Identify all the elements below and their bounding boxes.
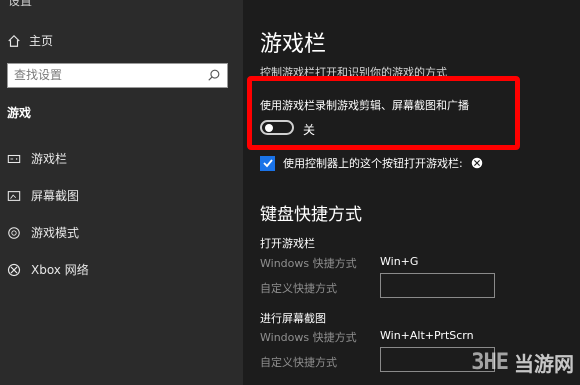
sidebar-item-screenshots[interactable]: 屏幕截图 bbox=[7, 187, 79, 204]
windows-shortcut-value: Win+G bbox=[380, 255, 419, 268]
sidebar-item-game-bar[interactable]: 游戏栏 bbox=[7, 150, 67, 167]
custom-shortcut-label: 自定义快捷方式 bbox=[260, 356, 337, 369]
game-mode-icon bbox=[8, 226, 20, 239]
game-bar-icon bbox=[7, 154, 21, 163]
windows-shortcut-label: Windows 快捷方式 bbox=[260, 331, 357, 344]
search-input[interactable] bbox=[8, 64, 210, 86]
shortcuts-heading: 键盘快捷方式 bbox=[260, 205, 362, 225]
windows-shortcut-value: Win+Alt+PrtScrn bbox=[380, 329, 474, 342]
sidebar-item-xbox-network[interactable]: Xbox 网络 bbox=[7, 261, 89, 278]
screenshot-icon bbox=[7, 190, 21, 201]
watermark-text: 当游网 bbox=[514, 352, 574, 376]
watermark-logo: 3HE bbox=[471, 350, 509, 375]
sidebar-item-label: 主页 bbox=[29, 34, 54, 48]
group-title: 进行屏幕截图 bbox=[260, 312, 326, 325]
group-title: 打开游戏栏 bbox=[260, 237, 315, 250]
controller-option: 使用控制器上的这个按钮打开游戏栏: bbox=[260, 155, 483, 171]
checkmark-icon bbox=[262, 159, 273, 168]
windows-shortcut-label: Windows 快捷方式 bbox=[260, 257, 357, 270]
watermark: 3HE 当游网 bbox=[471, 348, 574, 377]
sidebar-item-label: Xbox 网络 bbox=[31, 263, 89, 277]
search-box bbox=[7, 63, 228, 88]
xbox-icon bbox=[471, 157, 482, 169]
sidebar-item-label: 屏幕截图 bbox=[31, 189, 80, 203]
sidebar-top-text: 设置 bbox=[8, 0, 33, 8]
sidebar: 设置 主页 游戏 游戏栏 屏幕截图 游戏模式 Xbox 网络 bbox=[0, 0, 243, 385]
highlight-box bbox=[247, 76, 520, 150]
sidebar-item-label: 游戏模式 bbox=[31, 226, 80, 240]
custom-shortcut-input[interactable] bbox=[380, 273, 495, 298]
controller-checkbox[interactable] bbox=[260, 155, 275, 171]
search-icon[interactable] bbox=[207, 68, 221, 82]
section-title: 游戏 bbox=[7, 106, 32, 120]
sidebar-item-game-mode[interactable]: 游戏模式 bbox=[7, 224, 79, 241]
checkbox-label: 使用控制器上的这个按钮打开游戏栏: bbox=[283, 157, 463, 170]
page-title: 游戏栏 bbox=[260, 32, 327, 57]
main-content: 游戏栏 控制游戏栏打开和识别你的游戏的方式 使用游戏栏录制游戏剪辑、屏幕截图和广… bbox=[243, 0, 580, 385]
sidebar-item-home[interactable]: 主页 bbox=[7, 32, 53, 49]
xbox-icon bbox=[7, 263, 21, 276]
sidebar-item-label: 游戏栏 bbox=[31, 152, 68, 166]
custom-shortcut-label: 自定义快捷方式 bbox=[260, 282, 337, 295]
home-icon bbox=[8, 34, 20, 47]
